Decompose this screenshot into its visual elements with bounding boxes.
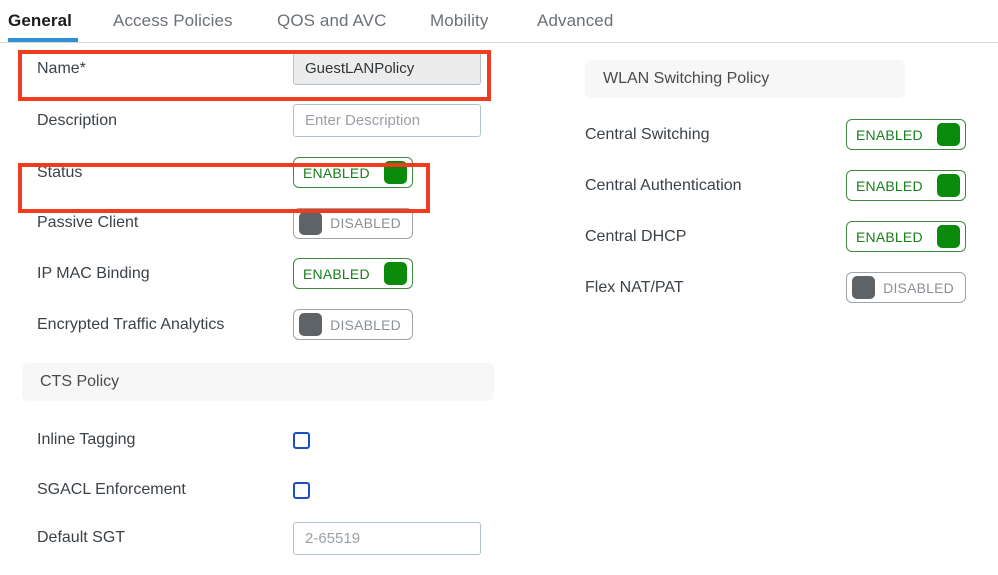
label-flex-nat-pat: Flex NAT/PAT <box>585 278 684 296</box>
toggle-knob-icon <box>384 262 407 285</box>
ip-mac-binding-toggle-label: ENABLED <box>303 265 370 282</box>
label-passive-client: Passive Client <box>37 214 139 231</box>
active-tab-underline <box>8 38 78 42</box>
row-sgacl-enforcement: SGACL Enforcement <box>0 466 520 514</box>
toggle-knob-icon <box>937 174 960 197</box>
label-name: Name* <box>37 59 86 77</box>
central-authentication-toggle-label: ENABLED <box>856 177 923 194</box>
flex-nat-pat-toggle-label: DISABLED <box>883 279 954 296</box>
general-settings-column: Name* GuestLANPolicy Description Enter D… <box>0 43 520 562</box>
sgacl-enforcement-checkbox[interactable] <box>293 481 310 499</box>
passive-client-toggle[interactable]: DISABLED <box>293 207 413 239</box>
label-encrypted-traffic-analytics: Encrypted Traffic Analytics <box>37 315 225 333</box>
label-inline-tagging: Inline Tagging <box>37 431 136 448</box>
central-switching-toggle[interactable]: ENABLED <box>846 119 966 150</box>
row-ip-mac-binding: IP MAC Binding ENABLED <box>0 248 520 299</box>
central-authentication-toggle[interactable]: ENABLED <box>846 170 966 201</box>
row-encrypted-traffic-analytics: Encrypted Traffic Analytics DISABLED <box>0 299 520 350</box>
default-sgt-input[interactable]: 2-65519 <box>293 521 481 555</box>
tab-advanced[interactable]: Advanced <box>537 11 613 31</box>
label-central-dhcp: Central DHCP <box>585 227 687 245</box>
section-header-wlan-switching-policy: WLAN Switching Policy <box>585 60 905 98</box>
row-central-switching: Central Switching ENABLED <box>585 109 995 160</box>
central-dhcp-toggle-label: ENABLED <box>856 228 923 245</box>
row-inline-tagging: Inline Tagging <box>0 414 520 466</box>
flex-nat-pat-toggle[interactable]: DISABLED <box>846 272 966 303</box>
row-description: Description Enter Description <box>0 94 520 147</box>
row-central-dhcp: Central DHCP ENABLED <box>585 211 995 262</box>
tab-bar: General Access Policies QOS and AVC Mobi… <box>0 0 998 43</box>
toggle-knob-icon <box>937 123 960 146</box>
label-sgacl-enforcement: SGACL Enforcement <box>37 481 186 498</box>
toggle-knob-icon <box>299 313 322 336</box>
row-default-sgt: Default SGT 2-65519 <box>0 514 520 562</box>
label-status: Status <box>37 163 83 181</box>
description-input[interactable]: Enter Description <box>293 104 481 137</box>
central-switching-toggle-label: ENABLED <box>856 126 923 143</box>
section-title-cts-policy: CTS Policy <box>40 373 120 390</box>
label-central-switching: Central Switching <box>585 125 710 143</box>
label-ip-mac-binding: IP MAC Binding <box>37 264 150 282</box>
tab-access-policies[interactable]: Access Policies <box>113 11 233 31</box>
toggle-knob-icon <box>852 276 875 299</box>
toggle-knob-icon <box>384 161 407 184</box>
section-title-wlan-switching-policy: WLAN Switching Policy <box>603 70 770 87</box>
toggle-knob-icon <box>299 211 322 235</box>
ip-mac-binding-toggle[interactable]: ENABLED <box>293 258 413 289</box>
row-name: Name* GuestLANPolicy <box>0 43 520 94</box>
row-status: Status ENABLED <box>0 147 520 198</box>
name-input[interactable]: GuestLANPolicy <box>293 52 481 85</box>
label-description: Description <box>37 111 118 129</box>
status-toggle-label: ENABLED <box>303 164 370 181</box>
tab-qos-and-avc[interactable]: QOS and AVC <box>277 11 386 31</box>
inline-tagging-checkbox[interactable] <box>293 431 310 449</box>
passive-client-toggle-label: DISABLED <box>330 215 401 231</box>
row-passive-client: Passive Client DISABLED <box>0 198 520 248</box>
row-flex-nat-pat: Flex NAT/PAT DISABLED <box>585 262 995 313</box>
encrypted-traffic-analytics-toggle[interactable]: DISABLED <box>293 309 413 340</box>
row-central-authentication: Central Authentication ENABLED <box>585 160 995 211</box>
central-dhcp-toggle[interactable]: ENABLED <box>846 221 966 252</box>
toggle-knob-icon <box>937 225 960 248</box>
label-default-sgt: Default SGT <box>37 529 126 546</box>
tab-general[interactable]: General <box>8 11 72 31</box>
status-toggle[interactable]: ENABLED <box>293 157 413 188</box>
label-central-authentication: Central Authentication <box>585 176 742 194</box>
section-header-cts-policy: CTS Policy <box>22 363 494 401</box>
tab-mobility[interactable]: Mobility <box>430 11 488 31</box>
wlan-switching-policy-column: WLAN Switching Policy Central Switching … <box>585 43 995 313</box>
encrypted-traffic-analytics-toggle-label: DISABLED <box>330 316 401 333</box>
